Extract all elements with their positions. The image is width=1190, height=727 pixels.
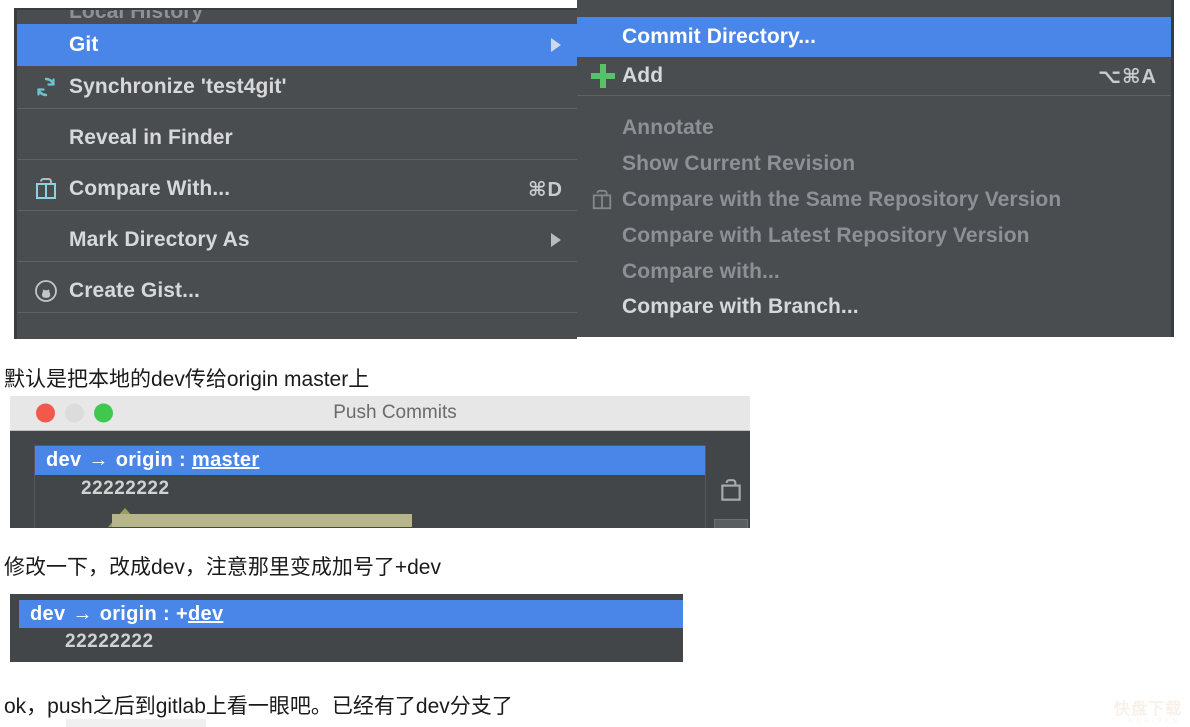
- menu-item-compare-with[interactable]: Compare With... ⌘D: [17, 168, 577, 210]
- menu-item-label: Create Gist...: [69, 279, 200, 302]
- menu-item-label: Compare with Branch...: [622, 295, 859, 318]
- push-commit-message: 22222222: [65, 631, 154, 652]
- menu-separator: [17, 312, 577, 313]
- push-commits-dialog-modified: dev → origin : + dev 22222222: [10, 594, 683, 662]
- dialog-title: Push Commits: [333, 402, 457, 423]
- submenu-item-compare-same-repository-version[interactable]: Compare with the Same Repository Version: [577, 182, 1171, 218]
- submenu-item-commit-directory[interactable]: Commit Directory...: [577, 17, 1171, 57]
- minimize-button[interactable]: [65, 403, 84, 423]
- menu-item-shortcut: ⌥⌘A: [1097, 65, 1157, 88]
- push-source-branch: dev: [30, 602, 66, 625]
- menu-item-git[interactable]: Git: [17, 24, 577, 66]
- menu-item-label: Reveal in Finder: [69, 126, 233, 149]
- menu-spacer: [17, 109, 577, 117]
- menu-item-label: Add: [622, 64, 664, 87]
- push-remote-name: origin: [99, 602, 158, 625]
- menu-item-label: Git: [69, 33, 99, 56]
- menu-item-local-history[interactable]: Local History: [17, 10, 577, 24]
- push-target-row[interactable]: dev → origin : + dev: [19, 600, 683, 628]
- chevron-right-icon: [551, 233, 561, 247]
- tooltip-balloon: [112, 514, 412, 527]
- menu-spacer: [577, 96, 1171, 109]
- menu-item-label: Annotate: [622, 115, 714, 139]
- watermark: 快盘下载: [1114, 695, 1182, 719]
- submenu-item-compare-latest-repository-version[interactable]: Compare with Latest Repository Version: [577, 218, 1171, 254]
- push-separator: :: [179, 449, 187, 471]
- push-source-branch: dev: [46, 449, 82, 471]
- chevron-right-icon: [551, 38, 561, 52]
- menu-item-reveal-in-finder[interactable]: Reveal in Finder: [17, 117, 577, 159]
- sync-icon: [33, 74, 59, 100]
- plus-icon: [591, 64, 615, 88]
- menu-spacer: [17, 262, 577, 270]
- compare-icon: [33, 176, 59, 202]
- menu-item-synchronize[interactable]: Synchronize 'test4git': [17, 66, 577, 108]
- menu-item-label: Show Current Revision: [622, 152, 856, 175]
- push-remote-name: origin: [115, 449, 174, 471]
- menu-item-create-gist[interactable]: Create Gist...: [17, 270, 577, 312]
- push-tree: dev → origin : + dev 22222222: [19, 600, 683, 662]
- context-menu-screenshot: Local History Git Synchronize 'test4git'…: [0, 0, 1190, 340]
- push-target-branch[interactable]: dev: [188, 603, 223, 626]
- clipped-content-below: [66, 719, 206, 727]
- menu-spacer: [17, 160, 577, 168]
- menu-item-label: Compare with the Same Repository Version: [622, 188, 1062, 211]
- menu-item-label: Mark Directory As: [69, 228, 250, 251]
- maximize-button[interactable]: [94, 403, 113, 423]
- github-icon: [33, 278, 59, 304]
- scrollbar-down-button[interactable]: [714, 519, 748, 528]
- push-target-row[interactable]: dev → origin : master: [35, 446, 705, 475]
- watermark-text: 快盘下载: [1113, 701, 1182, 718]
- submenu-item-compare-with[interactable]: Compare with...: [577, 254, 1171, 289]
- submenu-item-add[interactable]: Add ⌥⌘A: [577, 57, 1171, 95]
- submenu-item-annotate[interactable]: Annotate: [577, 109, 1171, 146]
- menu-spacer: [17, 211, 577, 219]
- menu-item-label: Compare with...: [622, 259, 780, 283]
- watermark-subtext: KUAIPAN: [1128, 718, 1180, 725]
- caption-text-three: ok，push之后到gitlab上看一眼吧。已经有了dev分支了: [4, 695, 513, 718]
- menu-item-label: Synchronize 'test4git': [69, 75, 287, 98]
- close-button[interactable]: [36, 403, 55, 423]
- dialog-titlebar[interactable]: Push Commits: [10, 396, 750, 431]
- push-commit-message: 22222222: [81, 478, 170, 499]
- submenu-item-show-current-revision[interactable]: Show Current Revision: [577, 146, 1171, 182]
- caption-text-two: 修改一下，改成dev，注意那里变成加号了+dev: [4, 556, 441, 579]
- submenu-top-spacer: [577, 0, 1171, 17]
- menu-item-label: Local History: [69, 10, 204, 23]
- caption-text-one: 默认是把本地的dev传给origin master上: [4, 368, 370, 391]
- push-separator: :: [163, 602, 171, 625]
- arrow-icon: →: [88, 449, 109, 471]
- context-menu-git-submenu: Commit Directory... Add ⌥⌘A Annotate Sho…: [577, 0, 1174, 337]
- menu-item-mark-directory-as[interactable]: Mark Directory As: [17, 219, 577, 261]
- context-menu-left-panel: Local History Git Synchronize 'test4git'…: [14, 8, 577, 339]
- menu-item-label: Compare with Latest Repository Version: [622, 224, 1030, 247]
- edit-icon[interactable]: [718, 477, 744, 505]
- menu-item-label: Commit Directory...: [622, 25, 817, 48]
- push-target-prefix: +: [176, 602, 188, 625]
- menu-item-label: Compare With...: [69, 177, 231, 200]
- submenu-item-compare-with-branch[interactable]: Compare with Branch...: [577, 289, 1171, 325]
- compare-icon: [589, 187, 615, 213]
- push-target-branch[interactable]: master: [192, 449, 259, 472]
- arrow-icon: →: [72, 602, 93, 625]
- menu-item-shortcut: ⌘D: [528, 178, 563, 201]
